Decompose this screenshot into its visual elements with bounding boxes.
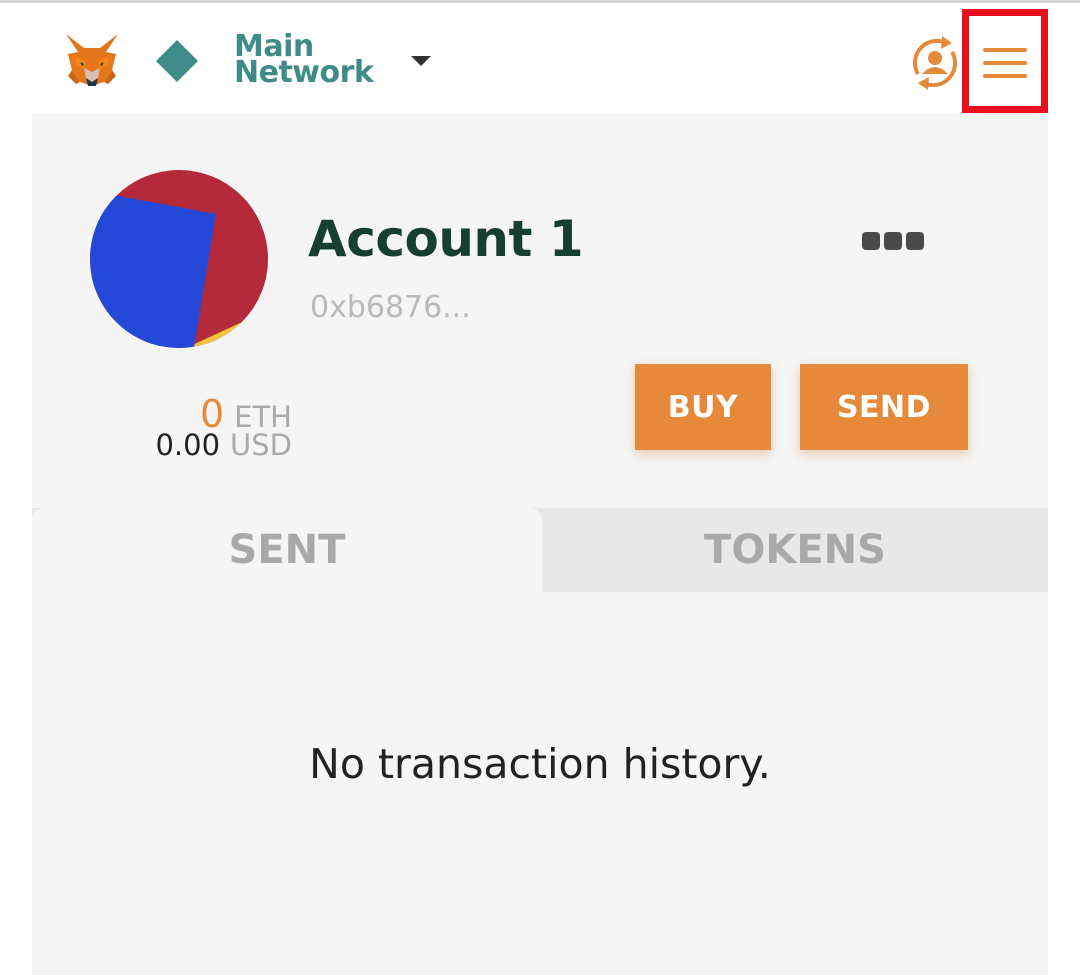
account-panel: Account 1 0xb6876... 0 ETH 0.00 USD BUY SE…: [32, 114, 1048, 975]
hamburger-menu-icon[interactable]: [979, 38, 1031, 88]
tab-bar: SENT TOKENS: [32, 508, 1048, 592]
empty-transactions-message: No transaction history.: [309, 740, 771, 788]
account-avatar: [90, 170, 268, 348]
network-selector[interactable]: Main Network: [234, 32, 374, 90]
menu-highlight[interactable]: [962, 9, 1048, 113]
wallet-popup: Main Network Account 1 0xb6876... 0 ETH …: [0, 0, 1080, 975]
buy-button[interactable]: BUY: [635, 364, 771, 450]
account-name[interactable]: Account 1: [308, 210, 584, 268]
account-switch-icon[interactable]: [904, 34, 966, 92]
send-button[interactable]: SEND: [800, 364, 968, 450]
caret-down-icon[interactable]: [410, 54, 432, 68]
account-address[interactable]: 0xb6876...: [310, 290, 471, 325]
more-dots-icon[interactable]: [860, 230, 928, 254]
tab-sent[interactable]: SENT: [32, 508, 542, 592]
network-name-line2: Network: [234, 55, 374, 90]
metamask-fox-icon: [66, 34, 118, 86]
header-bar: Main Network: [32, 4, 1048, 114]
tab-tokens[interactable]: TOKENS: [542, 508, 1048, 592]
usd-unit: USD: [230, 428, 292, 462]
diamond-icon: [156, 40, 198, 82]
usd-value: 0.00: [155, 428, 221, 462]
window-top-border: [0, 0, 1080, 3]
usd-balance: 0.00 USD: [155, 428, 292, 462]
